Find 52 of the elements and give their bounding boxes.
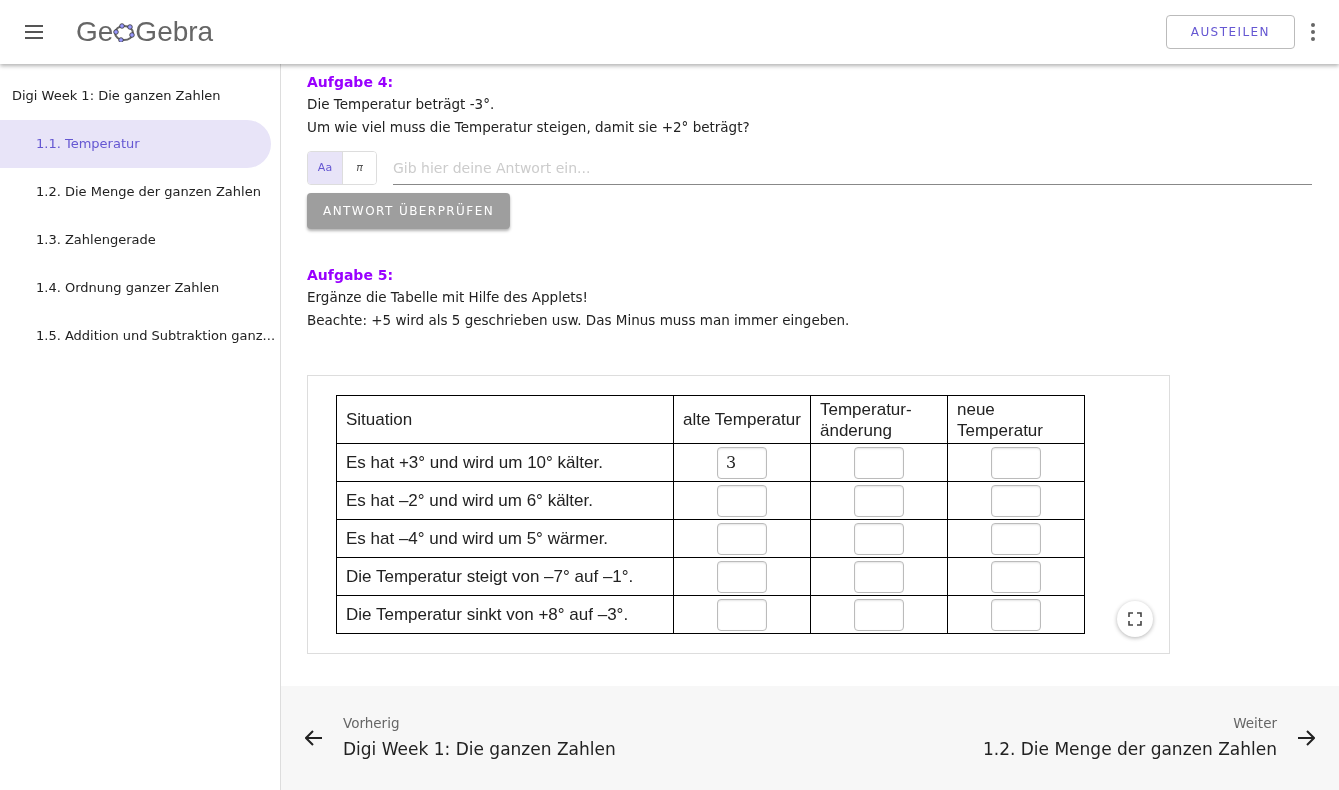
- input-box[interactable]: [991, 522, 1041, 555]
- input-box[interactable]: [717, 522, 767, 555]
- next-page-link[interactable]: 1.2. Die Menge der ganzen Zahlen: [982, 737, 1277, 763]
- fullscreen-button[interactable]: [1117, 601, 1153, 637]
- sidebar-item[interactable]: 1.2. Die Menge der ganzen Zahlen: [0, 168, 280, 216]
- table-cell: Es hat –2° und wird um 6° kälter.: [336, 481, 674, 520]
- pentagon-dots-icon: [113, 22, 136, 42]
- sidebar-item[interactable]: 1.1. Temperatur: [0, 120, 271, 168]
- sidebar-title[interactable]: Digi Week 1: Die ganzen Zahlen: [0, 88, 280, 104]
- column-header: Temperatur-änderung: [810, 395, 948, 444]
- task-heading: Aufgabe 4:: [307, 73, 395, 92]
- table-cell: Die Temperatur steigt von –7° auf –1°.: [336, 557, 674, 596]
- input-box[interactable]: [717, 560, 767, 593]
- input-mode-tab[interactable]: Aa: [308, 152, 342, 184]
- fullscreen-icon: [1128, 612, 1142, 626]
- menu-icon[interactable]: [24, 25, 44, 39]
- task-text: Beachte: +5 wird als 5 geschrieben usw. Das Minus muss man immer eingeben.: [307, 311, 851, 330]
- next-label: Weiter: [1233, 714, 1277, 734]
- table-cell: Die Temperatur sinkt von +8° auf –3°.: [336, 595, 674, 634]
- task-text: Ergänze die Tabelle mit Hilfe des Applets!: [307, 288, 589, 307]
- input-box[interactable]: 3: [717, 446, 767, 479]
- right-arrow-icon[interactable]: [1297, 730, 1315, 746]
- input-box[interactable]: [854, 484, 904, 517]
- table-cell: Es hat +3° und wird um 10° kälter.: [336, 443, 674, 482]
- input-box[interactable]: [854, 560, 904, 593]
- logo-text: Gebra: [135, 15, 214, 49]
- column-header: Situation: [336, 395, 674, 444]
- logo-text: Ge: [76, 15, 114, 49]
- left-arrow-icon[interactable]: [305, 730, 323, 746]
- input-mode-tab[interactable]: π: [342, 152, 376, 184]
- previous-page-link[interactable]: Digi Week 1: Die ganzen Zahlen: [343, 737, 616, 763]
- task-text: Die Temperatur beträgt -3°.: [307, 95, 496, 114]
- input-box[interactable]: [991, 446, 1041, 479]
- column-header: alte Temperatur: [673, 395, 811, 444]
- column-header: neue Temperatur: [947, 395, 1085, 444]
- input-box[interactable]: [854, 446, 904, 479]
- input-box[interactable]: [717, 484, 767, 517]
- previous-label: Vorherig: [343, 714, 401, 734]
- sidebar-item[interactable]: 1.4. Ordnung ganzer Zahlen: [0, 264, 280, 312]
- input-box[interactable]: [854, 522, 904, 555]
- input-box[interactable]: [991, 560, 1041, 593]
- share-button[interactable]: AUSTEILEN: [1165, 15, 1295, 49]
- task-heading: Aufgabe 5:: [307, 266, 395, 285]
- more-options-icon[interactable]: [1311, 23, 1315, 41]
- sidebar-item[interactable]: 1.5. Addition und Subtraktion ganz...: [0, 312, 280, 360]
- input-box[interactable]: [717, 598, 767, 631]
- table-cell: Es hat –4° und wird um 5° wärmer.: [336, 519, 674, 558]
- input-box[interactable]: [991, 484, 1041, 517]
- sidebar-item[interactable]: 1.3. Zahlengerade: [0, 216, 280, 264]
- input-box[interactable]: [854, 598, 904, 631]
- task-text: Um wie viel muss die Temperatur steigen, damit sie +2° beträgt?: [307, 118, 751, 137]
- input-box[interactable]: [991, 598, 1041, 631]
